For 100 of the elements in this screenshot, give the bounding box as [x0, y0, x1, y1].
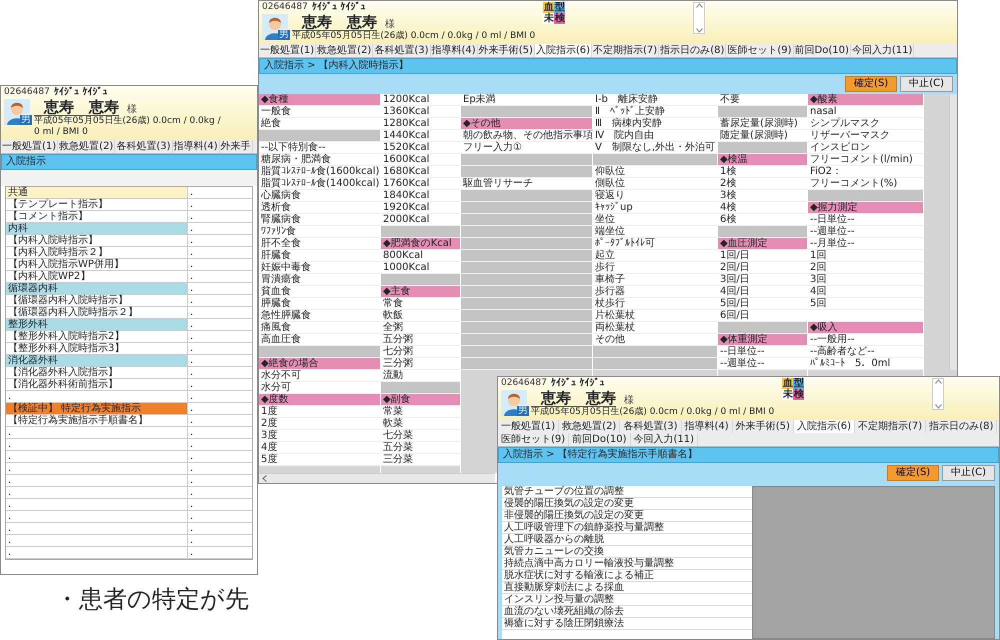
- option-cell[interactable]: 歩行: [593, 262, 717, 274]
- option-cell[interactable]: 1360Kcal: [381, 106, 460, 118]
- option-cell[interactable]: フリー入力①: [461, 142, 592, 154]
- option-cell[interactable]: 4回: [808, 286, 923, 298]
- option-cell[interactable]: Ⅰ-b 離床安静: [593, 94, 717, 106]
- list-item[interactable]: 直接動脈穿刺法による採血: [502, 582, 752, 594]
- option-cell[interactable]: 4検: [718, 202, 807, 214]
- option-cell[interactable]: 1280Kcal: [381, 118, 460, 130]
- option-cell[interactable]: Ⅲ 病棟内安静: [593, 118, 717, 130]
- tab[interactable]: 医師セット(9): [726, 44, 794, 56]
- order-item[interactable]: 【整形外科入院時指示2】: [6, 330, 188, 342]
- confirm-button[interactable]: 確定(S): [845, 76, 898, 92]
- tab[interactable]: 各科処置(3): [373, 44, 431, 56]
- option-cell[interactable]: ﾜﾌｧﾘﾝ食: [259, 226, 380, 238]
- option-cell[interactable]: Ⅴ 制限なし,外出・外泊可: [593, 142, 717, 154]
- tab[interactable]: 前回Do(10): [794, 44, 851, 56]
- option-cell[interactable]: 片松葉杖: [593, 310, 717, 322]
- option-cell[interactable]: 駆血管リサーチ: [461, 178, 592, 190]
- option-cell[interactable]: 1検: [718, 166, 807, 178]
- option-cell[interactable]: 1600Kcal: [381, 154, 460, 166]
- horizontal-scrollbar[interactable]: [259, 473, 495, 483]
- option-cell[interactable]: 肝不全食: [259, 238, 380, 250]
- option-cell[interactable]: --日単位--: [718, 346, 807, 358]
- option-cell[interactable]: 軟飯: [381, 310, 460, 322]
- order-item[interactable]: 【内科入院時指示２】: [6, 246, 188, 258]
- order-item[interactable]: 【消化器外科術前指示】: [6, 378, 188, 390]
- order-item[interactable]: .: [6, 498, 188, 510]
- option-cell[interactable]: 寝返り: [593, 190, 717, 202]
- option-cell[interactable]: 3度: [259, 430, 380, 442]
- option-cell[interactable]: リザーバーマスク: [808, 130, 923, 142]
- option-cell[interactable]: 端坐位: [593, 226, 717, 238]
- tab[interactable]: 救急処置(2): [559, 420, 620, 432]
- tab[interactable]: 今回入力(11): [630, 432, 698, 446]
- option-cell[interactable]: フリーコメント(l/min): [808, 154, 923, 166]
- option-cell[interactable]: --週単位--: [808, 226, 923, 238]
- option-cell[interactable]: 七分菜: [381, 430, 460, 442]
- option-cell[interactable]: 腎臓病食: [259, 214, 380, 226]
- option-cell[interactable]: フリーコメント(%): [808, 178, 923, 190]
- option-cell[interactable]: 1200Kcal: [381, 94, 460, 106]
- option-cell[interactable]: 肝臓食: [259, 250, 380, 262]
- confirm-button[interactable]: 確定(S): [887, 464, 940, 480]
- category-row[interactable]: 内科: [6, 222, 188, 234]
- list-item[interactable]: 脱水症状に対する輸液による補正: [502, 570, 752, 582]
- option-cell[interactable]: 三分粥: [381, 358, 460, 370]
- tab[interactable]: 不定期指示(7): [592, 44, 660, 56]
- option-cell[interactable]: 3回/日: [718, 274, 807, 286]
- option-cell[interactable]: 1840Kcal: [381, 190, 460, 202]
- list-item[interactable]: 褥瘡に対する陰圧閉鎖療法: [502, 618, 752, 630]
- order-item[interactable]: .: [6, 462, 188, 474]
- cancel-button[interactable]: 中止(C): [942, 464, 995, 480]
- option-cell[interactable]: 5回: [808, 298, 923, 310]
- option-cell[interactable]: 4回/日: [718, 286, 807, 298]
- tab[interactable]: 前回Do(10): [569, 432, 631, 446]
- option-cell[interactable]: 3検: [718, 190, 807, 202]
- option-cell[interactable]: 高血圧食: [259, 334, 380, 346]
- option-cell[interactable]: 6回/日: [718, 310, 807, 322]
- list-item[interactable]: 持続点滴中高カロリー輸液投与量調整: [502, 558, 752, 570]
- option-cell[interactable]: 1度: [259, 406, 380, 418]
- category-row[interactable]: 循環器内科: [6, 282, 188, 294]
- option-cell[interactable]: 1回/日: [718, 250, 807, 262]
- option-cell[interactable]: 1520Kcal: [381, 142, 460, 154]
- option-cell[interactable]: 坐位: [593, 214, 717, 226]
- order-item[interactable]: 【特定行為実施指示手順書名】: [6, 414, 188, 426]
- category-row[interactable]: 【検証中】 特定行為実施指示: [6, 402, 188, 414]
- option-cell[interactable]: ｷｬｯｼﾞup: [593, 202, 717, 214]
- option-cell[interactable]: --週単位--: [718, 358, 807, 370]
- list-item[interactable]: インスリン投与量の調整: [502, 594, 752, 606]
- option-cell[interactable]: 不要: [718, 94, 807, 106]
- order-item[interactable]: .: [6, 474, 188, 486]
- tab[interactable]: 指導料(4): [430, 44, 478, 56]
- option-cell[interactable]: 1000Kcal: [381, 262, 460, 274]
- tab[interactable]: 指導料(4): [172, 140, 220, 152]
- option-cell[interactable]: シンプルマスク: [808, 118, 923, 130]
- tab[interactable]: 救急処置(2): [58, 140, 116, 152]
- tab[interactable]: 今回入力(11): [850, 44, 914, 56]
- cancel-button[interactable]: 中止(C): [900, 76, 953, 92]
- tab[interactable]: 救急処置(2): [316, 44, 374, 56]
- option-cell[interactable]: --日単位--: [808, 214, 923, 226]
- option-cell[interactable]: 2度: [259, 418, 380, 430]
- order-item[interactable]: .: [6, 450, 188, 462]
- list-item[interactable]: 人工呼吸管理下の鎮静薬投与量調整: [502, 522, 752, 534]
- option-cell[interactable]: 5度: [259, 454, 380, 466]
- order-item[interactable]: .: [6, 546, 188, 558]
- option-cell[interactable]: その他: [593, 334, 717, 346]
- option-cell[interactable]: 胃潰瘍食: [259, 274, 380, 286]
- category-row[interactable]: 整形外科: [6, 318, 188, 330]
- option-cell[interactable]: 1回: [808, 250, 923, 262]
- list-item[interactable]: 気管カニューレの交換: [502, 546, 752, 558]
- option-cell[interactable]: nasal: [808, 106, 923, 118]
- option-cell[interactable]: 蓄尿定量(尿測時): [718, 118, 807, 130]
- option-cell[interactable]: 1680Kcal: [381, 166, 460, 178]
- option-cell[interactable]: 貧血食: [259, 286, 380, 298]
- option-cell[interactable]: --以下特別食--: [259, 142, 380, 154]
- category-row[interactable]: 共通: [6, 186, 188, 198]
- option-cell[interactable]: 両松葉杖: [593, 322, 717, 334]
- option-cell[interactable]: 妊娠中毒食: [259, 262, 380, 274]
- option-cell[interactable]: 三分菜: [381, 454, 460, 466]
- option-cell[interactable]: 歩行器: [593, 286, 717, 298]
- option-cell[interactable]: 5回/日: [718, 298, 807, 310]
- option-cell[interactable]: 膵臓食: [259, 298, 380, 310]
